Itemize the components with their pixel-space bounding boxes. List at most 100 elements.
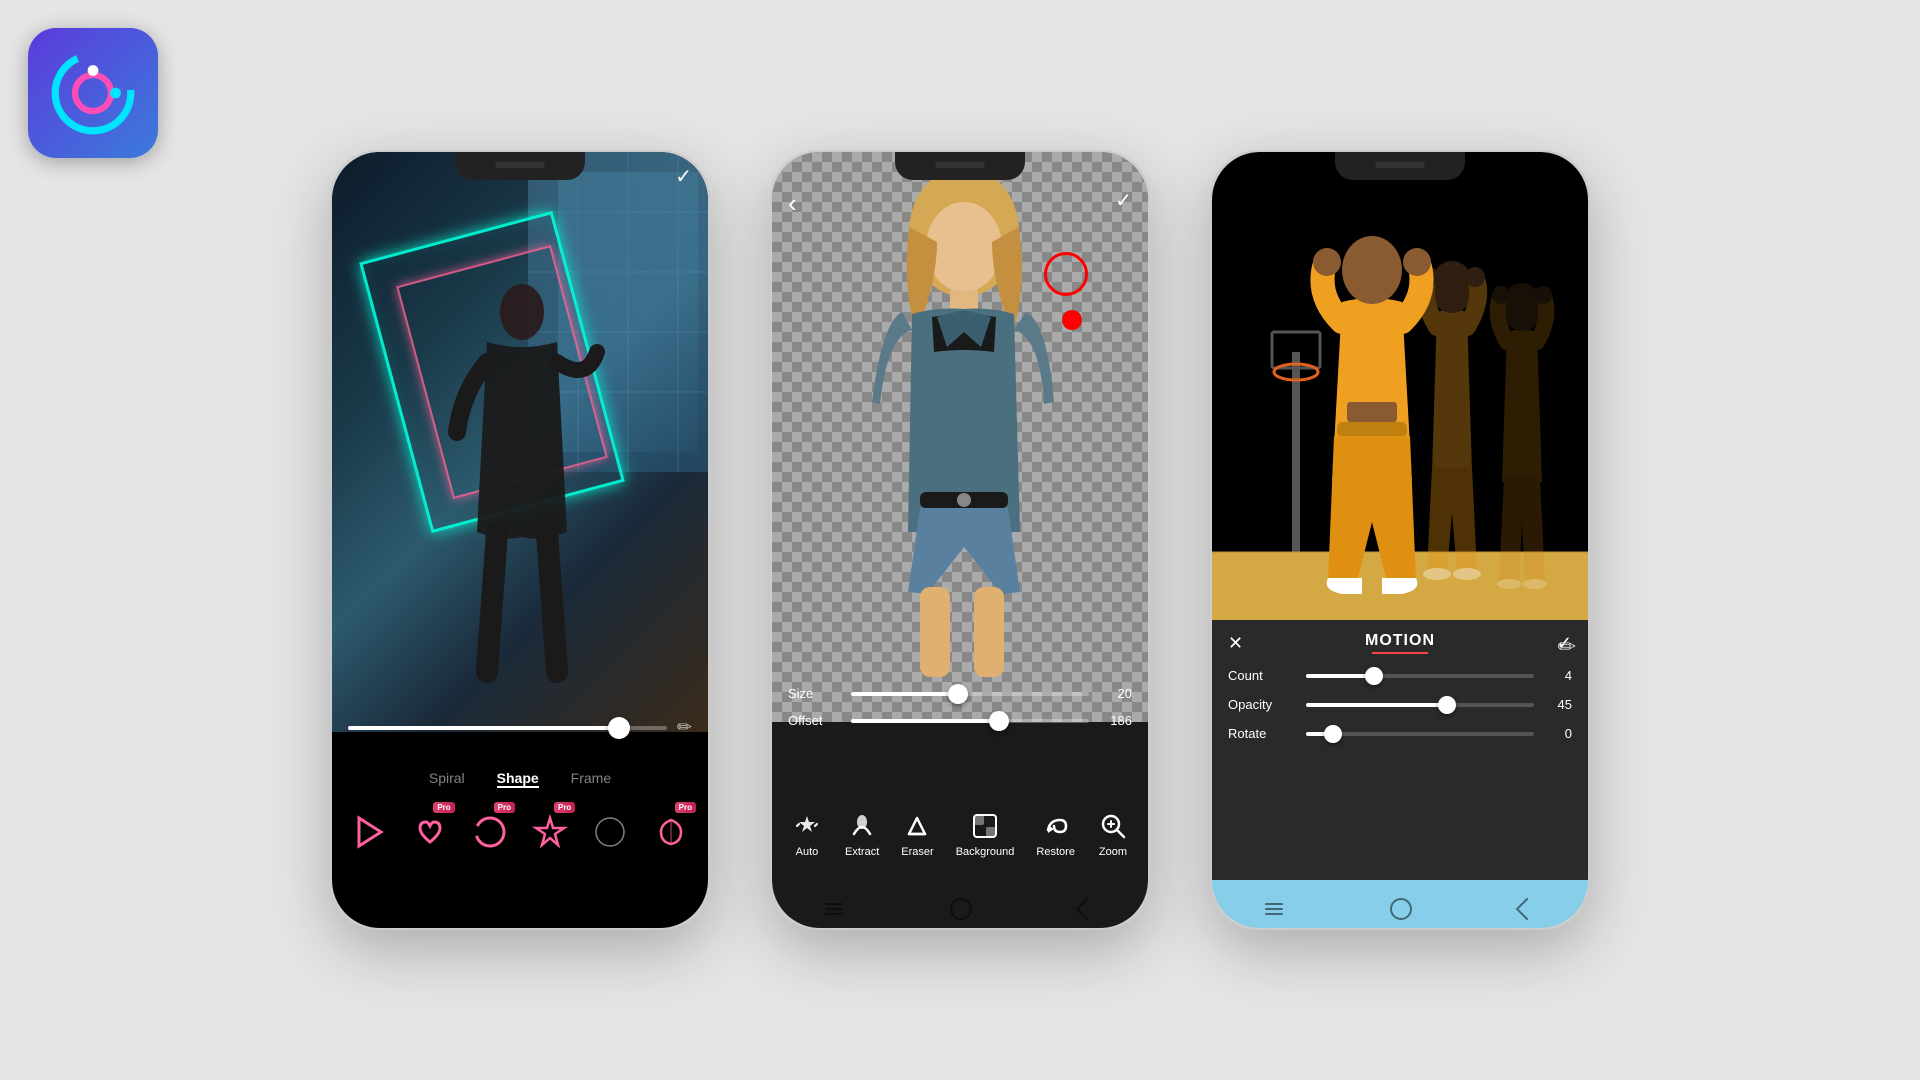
motion-title-underline xyxy=(1372,652,1428,654)
phone-1-checkmark[interactable]: ✓ xyxy=(675,164,692,189)
nav-back-button[interactable] xyxy=(635,892,658,915)
checker-background xyxy=(772,152,1148,722)
opacity-label: Opacity xyxy=(1228,697,1298,712)
phone-1-eraser-icon[interactable]: ✏ xyxy=(677,717,692,738)
eraser-icon xyxy=(901,810,933,842)
zoom-label: Zoom xyxy=(1099,846,1127,858)
rotate-slider-row: Rotate 0 xyxy=(1228,726,1572,741)
phone-2-notch xyxy=(895,152,1025,180)
tab-frame[interactable]: Frame xyxy=(571,770,611,788)
eraser-label: Eraser xyxy=(901,846,933,858)
phone-3-nav-back[interactable] xyxy=(1515,898,1538,921)
rotate-value: 0 xyxy=(1542,726,1572,741)
tab-shape[interactable]: Shape xyxy=(497,770,539,788)
auto-label: Auto xyxy=(796,846,819,858)
phone-2-sliders: Size 20 Offset 186 xyxy=(772,686,1148,740)
phone-3-screen: ✏ ✕ MOTION ✓ Count xyxy=(1212,152,1588,928)
phone-1-slider-thumb[interactable] xyxy=(608,717,630,739)
phone-2-nav-back[interactable] xyxy=(1075,898,1098,921)
offset-slider-fill xyxy=(851,719,999,723)
count-slider-fill xyxy=(1306,674,1374,678)
phone-3-nav-home[interactable] xyxy=(1390,898,1412,920)
size-slider-track[interactable] xyxy=(851,692,1089,696)
app-icon[interactable] xyxy=(28,28,158,158)
phone-2-nav-menu[interactable] xyxy=(825,903,843,915)
phone-1: ✓ ✏ Spiral Shape Frame xyxy=(330,150,710,930)
opacity-slider-track[interactable] xyxy=(1306,703,1534,707)
count-slider-row: Count 4 xyxy=(1228,668,1572,683)
tool-background[interactable]: Background xyxy=(956,810,1015,858)
back-button[interactable]: ‹ xyxy=(788,188,797,219)
motion-panel-header: ✕ MOTION ✓ xyxy=(1228,632,1572,654)
pro-badge-star: Pro xyxy=(554,802,575,813)
eraser-cursor-circle xyxy=(1044,252,1088,296)
phone-1-slider-track[interactable] xyxy=(348,726,667,730)
zoom-icon xyxy=(1097,810,1129,842)
nav-menu-icon[interactable] xyxy=(385,897,403,909)
shape-heart[interactable]: Pro xyxy=(408,806,450,858)
phone-2-tools-row: Auto Extract xyxy=(772,810,1148,858)
phone-3-nav-menu[interactable] xyxy=(1265,903,1283,915)
restore-label: Restore xyxy=(1036,846,1075,858)
count-value: 4 xyxy=(1542,668,1572,683)
extract-label: Extract xyxy=(845,846,879,858)
woman-figure-1 xyxy=(332,152,708,732)
phone-2-header: ‹ ✓ xyxy=(772,188,1148,219)
tool-zoom[interactable]: Zoom xyxy=(1097,810,1129,858)
count-label: Count xyxy=(1228,668,1298,683)
count-slider-thumb[interactable] xyxy=(1365,667,1383,685)
tool-auto[interactable]: Auto xyxy=(791,810,823,858)
main-scene: ✓ ✏ Spiral Shape Frame xyxy=(0,0,1920,1080)
tool-eraser[interactable]: Eraser xyxy=(901,810,933,858)
pro-badge-circle: Pro xyxy=(494,802,515,813)
size-slider-row: Size 20 xyxy=(788,686,1132,701)
phone-3-speaker xyxy=(1375,162,1425,168)
tool-restore[interactable]: Restore xyxy=(1036,810,1075,858)
tool-extract[interactable]: Extract xyxy=(845,810,879,858)
background-icon xyxy=(969,810,1001,842)
rotate-slider-thumb[interactable] xyxy=(1324,725,1342,743)
motion-sliders: Count 4 Opacity 45 xyxy=(1228,668,1572,741)
phone-1-navbar xyxy=(332,892,708,914)
pro-badge-heart: Pro xyxy=(433,802,454,813)
offset-slider-thumb[interactable] xyxy=(989,711,1009,731)
opacity-slider-row: Opacity 45 xyxy=(1228,697,1572,712)
offset-slider-track[interactable] xyxy=(851,719,1089,723)
size-slider-thumb[interactable] xyxy=(948,684,968,704)
opacity-slider-fill xyxy=(1306,703,1447,707)
woman-figure-2 xyxy=(772,152,1148,722)
shape-circle[interactable]: Pro xyxy=(469,806,511,858)
phone-1-notch xyxy=(455,152,585,180)
nav-home-button[interactable] xyxy=(510,892,532,914)
motion-close-button[interactable]: ✕ xyxy=(1228,633,1243,654)
opacity-slider-thumb[interactable] xyxy=(1438,696,1456,714)
size-slider-fill xyxy=(851,692,958,696)
motion-title: MOTION xyxy=(1365,632,1435,650)
count-slider-track[interactable] xyxy=(1306,674,1534,678)
phone-1-slider-area: ✏ xyxy=(332,717,708,738)
tab-spiral[interactable]: Spiral xyxy=(429,770,465,788)
offset-value: 186 xyxy=(1097,713,1132,728)
pro-badge-abstract: Pro xyxy=(675,802,696,813)
pencil-corner-icon[interactable]: ✏ xyxy=(1558,634,1576,660)
phone-2-nav-home[interactable] xyxy=(950,898,972,920)
background-label: Background xyxy=(956,846,1015,858)
opacity-value: 45 xyxy=(1542,697,1572,712)
rotate-slider-track[interactable] xyxy=(1306,732,1534,736)
shape-star[interactable]: Pro xyxy=(529,806,571,858)
phone-3-photo xyxy=(1212,152,1588,672)
size-value: 20 xyxy=(1097,686,1132,701)
motion-panel: ✕ MOTION ✓ Count 4 xyxy=(1212,620,1588,880)
auto-icon xyxy=(791,810,823,842)
phone-1-shapes-row: Pro Pro Pro xyxy=(332,806,708,858)
checkmark-button[interactable]: ✓ xyxy=(1115,188,1132,219)
rotate-label: Rotate xyxy=(1228,726,1298,741)
shape-thin-circle[interactable] xyxy=(589,806,631,858)
phone-1-speaker xyxy=(495,162,545,168)
motion-title-container: MOTION xyxy=(1365,632,1435,654)
phone-3: ✏ ✕ MOTION ✓ Count xyxy=(1210,150,1590,930)
shape-abstract[interactable]: Pro xyxy=(650,806,692,858)
shape-play-triangle[interactable] xyxy=(348,806,390,858)
extract-icon xyxy=(846,810,878,842)
phone-1-screen: ✓ ✏ Spiral Shape Frame xyxy=(332,152,708,928)
